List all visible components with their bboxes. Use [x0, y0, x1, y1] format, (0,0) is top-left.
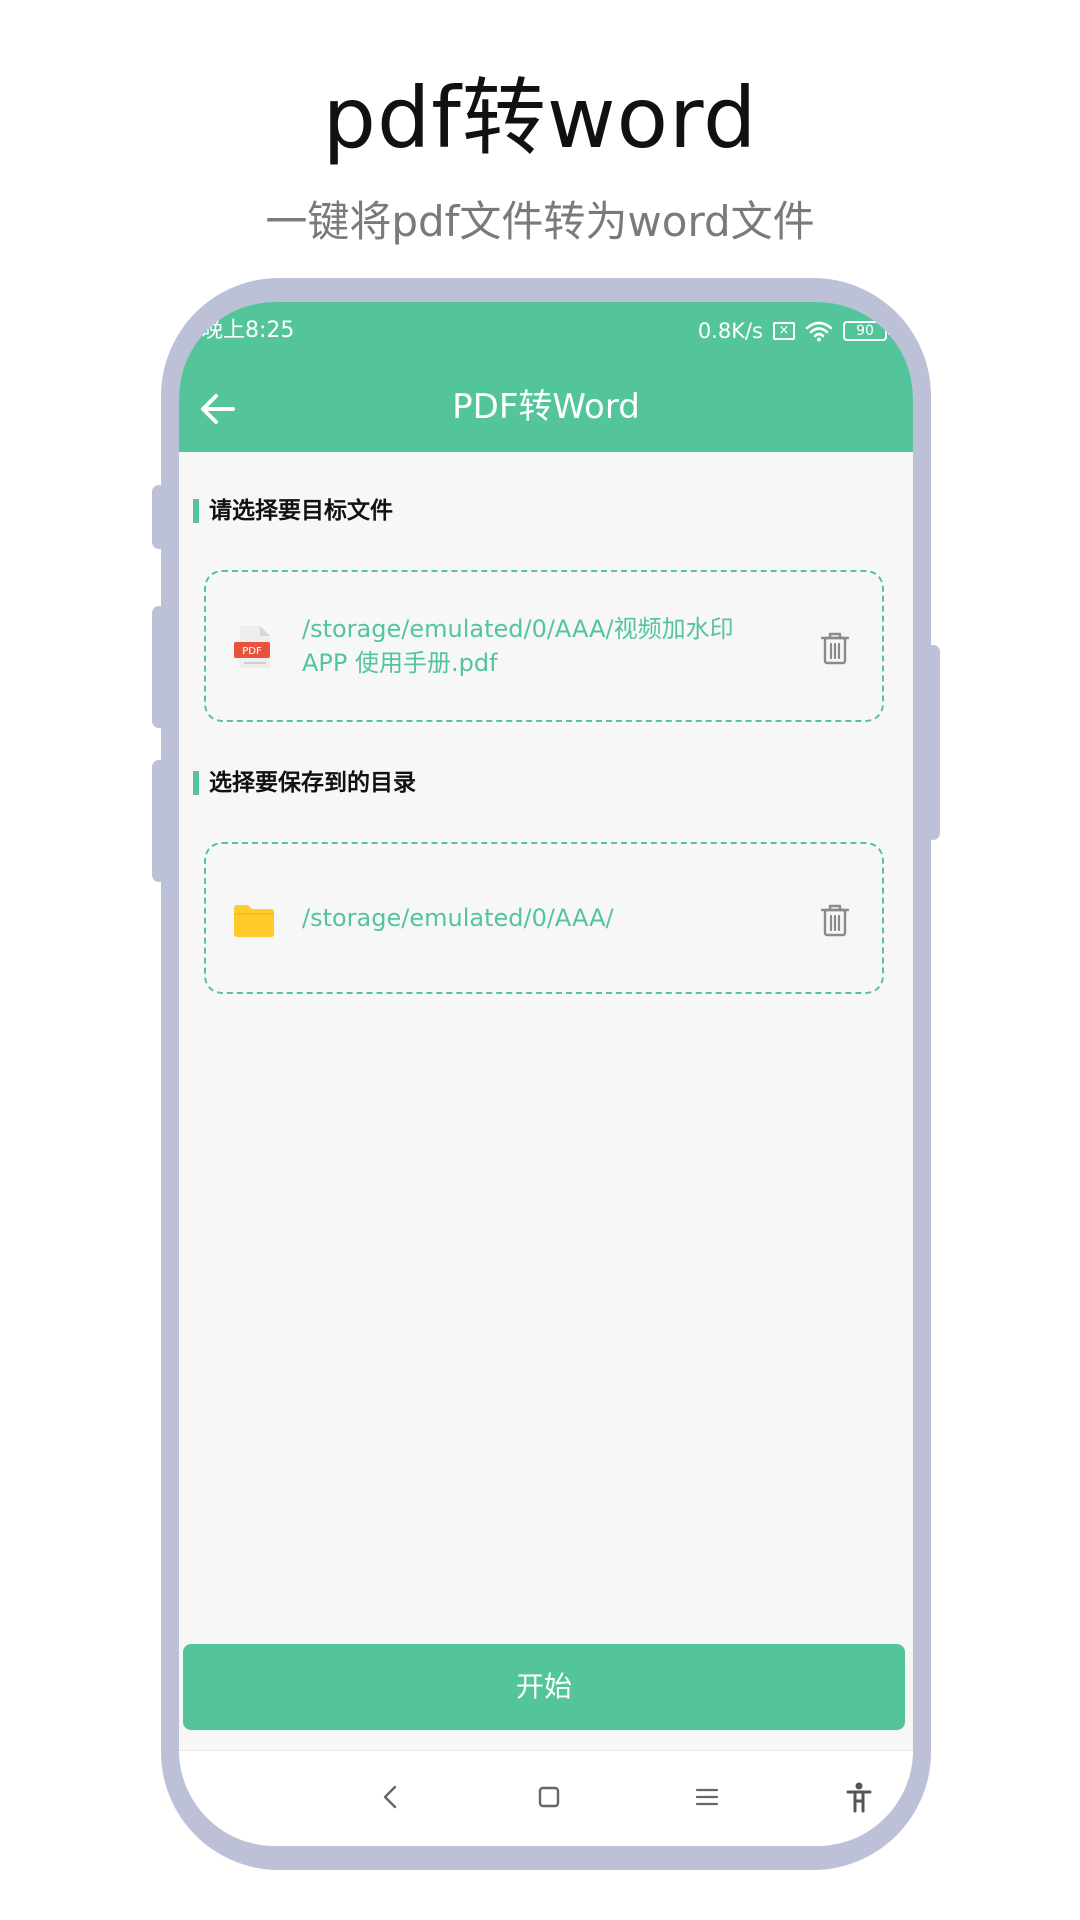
net-speed: 0.8K/s [697, 319, 763, 343]
system-nav-bar [179, 1750, 913, 1846]
status-time: 晚上8:25 [201, 318, 295, 343]
section-accent-bar [193, 771, 199, 795]
pdf-file-icon: PDF [234, 626, 270, 668]
promo-title: pdf转word [322, 69, 758, 167]
chevron-left-icon[interactable] [373, 1779, 409, 1815]
app-header: 晚上8:25 0.8K/s × 90 PDF转Word [179, 302, 913, 452]
target-file-box[interactable]: PDF /storage/emulated/0/AAA/视频加水印APP 使用手… [204, 570, 884, 722]
promo-page: pdf转word 一键将pdf文件转为word文件 晚上8:25 0.8K/s … [0, 0, 1080, 1920]
trash-icon[interactable] [818, 902, 852, 938]
section-label-text: 请选择要目标文件 [209, 498, 393, 524]
accessibility-icon[interactable] [841, 1779, 877, 1815]
page-title: PDF转Word [452, 387, 640, 427]
start-button[interactable]: 开始 [183, 1644, 905, 1730]
trash-icon[interactable] [818, 630, 852, 666]
section-label-text: 选择要保存到的目录 [209, 770, 416, 796]
battery-icon: 90 [843, 321, 891, 341]
phone-screen: 晚上8:25 0.8K/s × 90 PDF转Word 请选择要目标文件 PDF… [179, 302, 913, 1846]
save-directory-box[interactable]: /storage/emulated/0/AAA/ [204, 842, 884, 994]
square-home-icon[interactable] [531, 1779, 567, 1815]
section-label-save-directory: 选择要保存到的目录 [193, 768, 416, 798]
svg-text:PDF: PDF [242, 646, 262, 657]
promo-subtitle: 一键将pdf文件转为word文件 [265, 197, 815, 246]
wifi-icon [805, 321, 833, 342]
target-file-path: /storage/emulated/0/AAA/视频加水印APP 使用手册.pd… [302, 615, 734, 677]
sim-x-icon: × [773, 322, 795, 340]
folder-icon [234, 905, 274, 937]
section-label-target-file: 请选择要目标文件 [193, 496, 393, 526]
section-accent-bar [193, 499, 199, 523]
save-directory-path: /storage/emulated/0/AAA/ [302, 904, 614, 932]
menu-lines-icon[interactable] [689, 1779, 725, 1815]
status-indicators: 0.8K/s × 90 [697, 316, 891, 346]
